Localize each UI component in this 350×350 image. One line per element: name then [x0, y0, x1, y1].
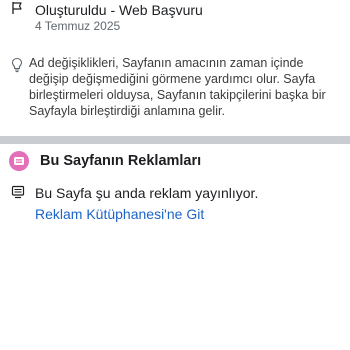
page-history-event: Oluşturuldu - Web Başvuru 4 Temmuz 2025	[0, 0, 350, 40]
monitor-icon	[11, 185, 25, 199]
info-line: birleştirmeleri olduysa, Sayfanın takipç…	[29, 88, 326, 102]
ads-status-text: Bu Sayfa şu anda reklam yayınlıyor.	[35, 185, 259, 201]
info-text: Ad değişiklikleri, Sayfanın amacının zam…	[29, 55, 326, 119]
ads-icon	[8, 150, 30, 172]
section-divider	[0, 136, 350, 144]
event-title: Oluşturuldu - Web Başvuru	[35, 2, 203, 18]
ads-section-title: Bu Sayfanın Reklamları	[40, 153, 202, 169]
ad-library-link[interactable]: Reklam Kütüphanesi'ne Git	[35, 205, 204, 223]
ads-section: Bu Sayfanın Reklamları Bu Sayfa şu anda …	[0, 144, 350, 234]
lightbulb-icon	[10, 57, 24, 73]
info-line: değişip değişmediğini görmene yardımcı o…	[29, 72, 316, 86]
info-note: Ad değişiklikleri, Sayfanın amacının zam…	[0, 54, 350, 126]
info-line: Sayfayla birleştirdiği anlamına gelir.	[29, 104, 225, 118]
info-line: Ad değişiklikleri, Sayfanın amacının zam…	[29, 56, 304, 70]
event-date: 4 Temmuz 2025	[35, 19, 121, 33]
flag-icon	[10, 1, 24, 15]
